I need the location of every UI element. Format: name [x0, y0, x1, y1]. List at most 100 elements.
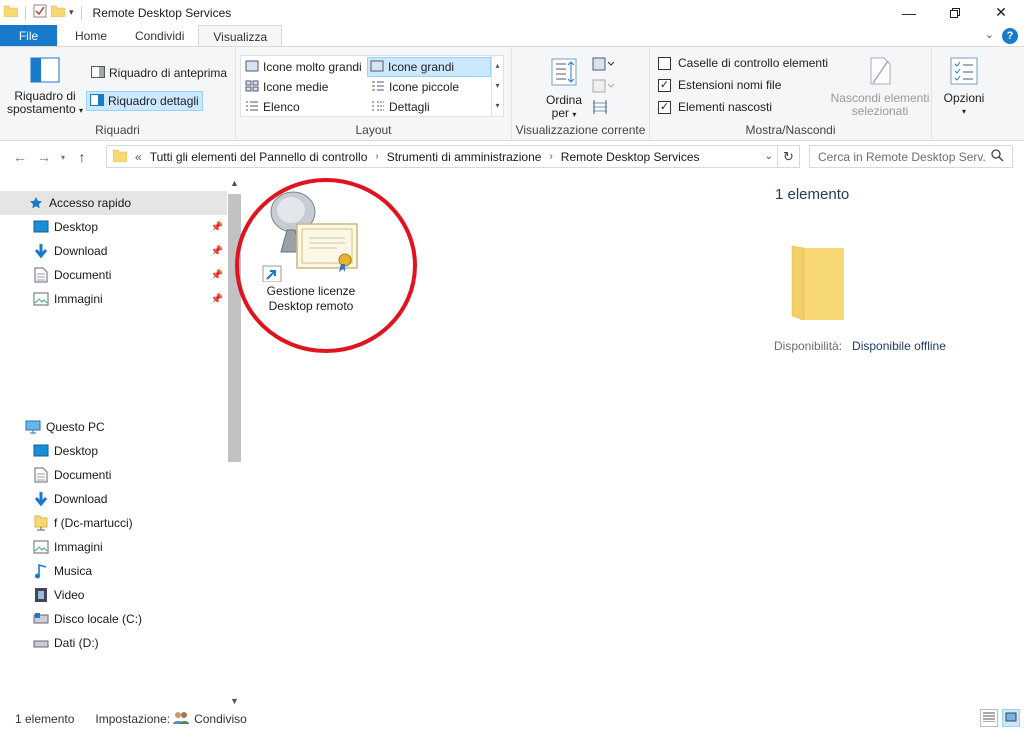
hidden-items-checkbox[interactable]: ✓ — [658, 100, 671, 114]
close-button[interactable]: ✕ — [978, 0, 1024, 25]
group-label-show-hide: Mostra/Nascondi — [745, 123, 836, 137]
breadcrumb-control-panel[interactable]: Tutti gli elementi del Pannello di contr… — [150, 150, 368, 164]
tab-visualizza[interactable]: Visualizza — [198, 25, 283, 47]
nav-pc-pictures[interactable]: Immagini — [0, 535, 227, 559]
layout-option-details[interactable]: Dettagli — [369, 98, 491, 116]
options-button[interactable]: Opzioni ▾ — [938, 57, 990, 118]
documents-icon — [33, 467, 49, 483]
add-columns-button[interactable] — [592, 79, 615, 96]
nav-pc-download[interactable]: Download — [0, 487, 227, 511]
hidden-items-toggle[interactable]: ✓ Elementi nascosti — [658, 100, 772, 114]
nav-quick-desktop[interactable]: Desktop 📌 — [0, 215, 227, 239]
layout-option-extra-large[interactable]: Icone molto grandi — [243, 58, 365, 76]
maximize-button[interactable] — [932, 0, 978, 25]
hide-selected-icon — [868, 57, 892, 88]
scrollbar-thumb[interactable] — [228, 194, 241, 462]
address-bar[interactable]: « Tutti gli elementi del Pannello di con… — [106, 145, 800, 168]
breadcrumb-separator-icon[interactable]: › — [375, 151, 378, 162]
nav-quick-documents[interactable]: Documenti 📌 — [0, 263, 227, 287]
nav-this-pc[interactable]: Questo PC — [0, 415, 227, 439]
breadcrumb-separator-icon[interactable]: › — [549, 151, 552, 162]
sort-by-button[interactable]: Ordina per ▾ — [540, 57, 588, 121]
nav-label: Desktop — [54, 444, 99, 458]
hide-selected-button[interactable]: Nascondi elementi selezionati — [828, 57, 932, 118]
tab-condividi[interactable]: Condividi — [121, 25, 198, 47]
nav-pc-local-disk[interactable]: Disco locale (C:) — [0, 607, 227, 631]
back-button[interactable]: ← — [8, 149, 32, 165]
layout-option-label: Dettagli — [389, 100, 430, 114]
sort-by-icon — [549, 57, 579, 90]
pin-icon[interactable]: 📌 — [211, 222, 223, 233]
scroll-up-icon[interactable]: ▲ — [230, 178, 239, 188]
preview-pane-icon — [91, 65, 105, 81]
group-label-layout: Layout — [355, 123, 392, 137]
size-columns-button[interactable] — [592, 99, 608, 118]
address-dropdown-icon[interactable]: ⌄ — [765, 151, 773, 162]
tab-home[interactable]: Home — [61, 25, 121, 47]
layout-gallery: Icone molto grandi Icone grandi Icone me… — [240, 55, 504, 117]
details-pane-button[interactable]: Riquadro dettagli — [86, 91, 203, 111]
refresh-icon[interactable]: ↻ — [777, 146, 799, 167]
collapse-ribbon-icon[interactable]: ⌄ — [985, 28, 994, 41]
separator — [80, 5, 82, 20]
layout-option-label: Icone grandi — [388, 60, 455, 74]
forward-button[interactable]: → — [32, 149, 56, 165]
customize-toolbar-icon[interactable]: ▾ — [69, 7, 74, 18]
nav-label: Questo PC — [46, 420, 105, 434]
nav-pc-music[interactable]: Musica — [0, 559, 227, 583]
pin-icon[interactable]: 📌 — [211, 246, 223, 257]
nav-quick-pictures[interactable]: Immagini 📌 — [0, 287, 227, 311]
up-button[interactable]: ↑ — [70, 149, 94, 165]
layout-option-label: Icone piccole — [389, 80, 460, 94]
group-by-button[interactable] — [592, 57, 615, 74]
nav-pc-data-drive[interactable]: Dati (D:) — [0, 631, 227, 655]
file-item-rd-licensing[interactable]: Gestione licenze Desktop remoto — [235, 178, 417, 353]
details-view-button[interactable] — [980, 709, 998, 727]
group-by-icon — [592, 57, 615, 74]
nav-label: Disco locale (C:) — [54, 612, 143, 626]
recent-locations-button[interactable]: ▾ — [56, 153, 70, 162]
file-extensions-toggle[interactable]: ✓ Estensioni nomi file — [658, 78, 781, 92]
checkbox-label: Elementi nascosti — [678, 100, 773, 114]
nav-pc-video[interactable]: Video — [0, 583, 227, 607]
layout-option-large[interactable]: Icone grandi — [367, 57, 491, 77]
nav-quick-download[interactable]: Download 📌 — [0, 239, 227, 263]
details-pane: 1 elemento Disponibilità: Disponibile of… — [744, 178, 1024, 706]
video-icon — [33, 587, 49, 603]
breadcrumb-admin-tools[interactable]: Strumenti di amministrazione — [387, 150, 542, 164]
breadcrumb-remote-desktop-services[interactable]: Remote Desktop Services — [561, 150, 700, 164]
item-checkboxes-toggle[interactable]: Caselle di controllo elementi — [658, 56, 828, 70]
file-extensions-checkbox[interactable]: ✓ — [658, 78, 671, 92]
navigation-pane-button[interactable]: Riquadro di spostamento ▾ — [6, 57, 84, 117]
add-columns-icon — [592, 79, 615, 96]
minimize-button[interactable]: — — [886, 0, 932, 25]
nav-label: Documenti — [54, 268, 112, 282]
pin-icon[interactable]: 📌 — [211, 270, 223, 281]
nav-pc-desktop[interactable]: Desktop — [0, 439, 227, 463]
item-checkboxes-checkbox[interactable] — [658, 56, 671, 70]
tab-file[interactable]: File — [0, 25, 57, 47]
nav-pc-documents[interactable]: Documenti — [0, 463, 227, 487]
navigation-bar: ← → ▾ ↑ « Tutti gli elementi del Pannell… — [0, 142, 1024, 172]
scroll-down-icon[interactable]: ▼ — [230, 696, 239, 706]
checkbox-label: Caselle di controllo elementi — [678, 56, 829, 70]
breadcrumb-overflow[interactable]: « — [135, 150, 142, 164]
layout-gallery-scroll[interactable]: ▴ ▾ ▾ — [491, 56, 503, 116]
search-icon[interactable] — [991, 148, 1004, 165]
help-icon[interactable]: ? — [1002, 28, 1018, 44]
documents-icon — [33, 267, 49, 283]
pin-icon[interactable]: 📌 — [211, 294, 223, 305]
search-box[interactable] — [809, 145, 1013, 168]
properties-icon[interactable] — [33, 4, 47, 21]
large-icons-view-button[interactable] — [1002, 709, 1020, 727]
search-input[interactable] — [818, 149, 987, 164]
layout-option-list[interactable]: Elenco — [243, 98, 365, 116]
nav-quick-access[interactable]: Accesso rapido — [0, 191, 227, 215]
ribbon: Riquadro di spostamento ▾ Riquadro di an… — [0, 46, 1024, 141]
nav-pc-network-drive[interactable]: f (Dc-martucci) — [0, 511, 227, 535]
new-folder-icon[interactable] — [50, 5, 66, 20]
layout-option-medium[interactable]: Icone medie — [243, 78, 365, 96]
layout-option-small[interactable]: Icone piccole — [369, 78, 491, 96]
drive-icon — [33, 635, 49, 651]
preview-pane-button[interactable]: Riquadro di anteprima — [89, 63, 229, 83]
